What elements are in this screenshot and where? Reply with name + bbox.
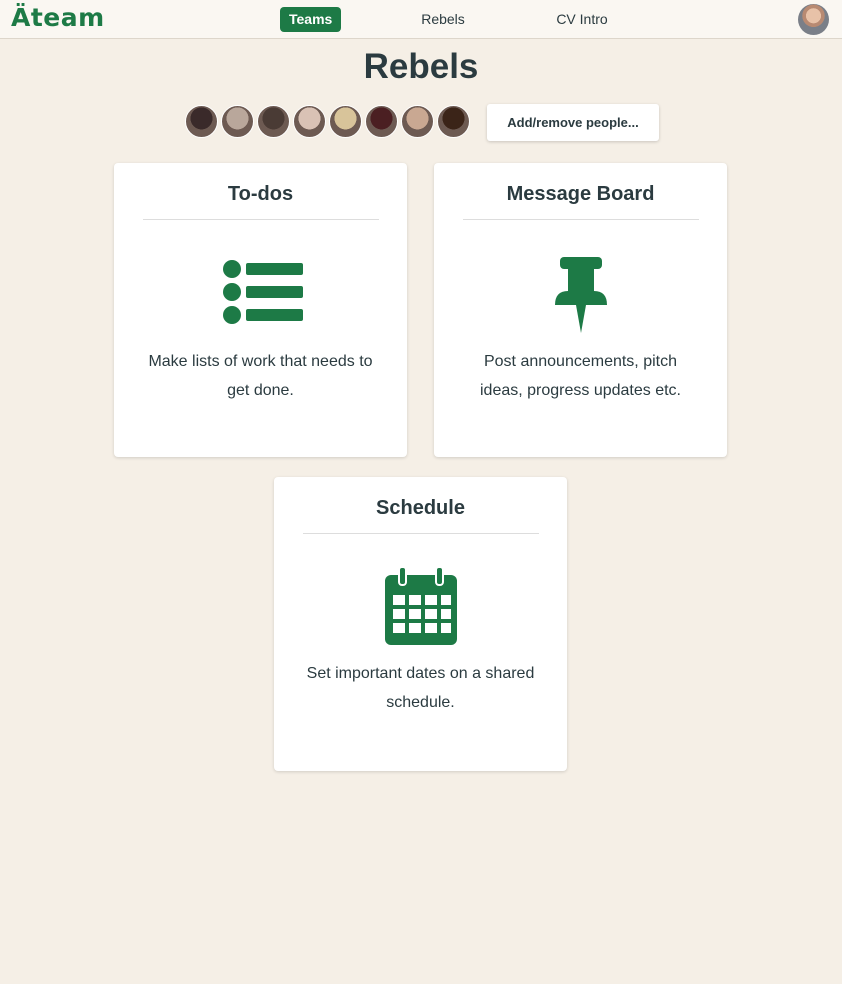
card-description: Set important dates on a shared schedule… bbox=[306, 665, 535, 711]
app-logo[interactable]: Äteam bbox=[11, 3, 105, 32]
card-title: Schedule bbox=[376, 497, 465, 519]
card-divider bbox=[463, 219, 699, 220]
member-avatar[interactable] bbox=[185, 105, 218, 138]
member-avatar[interactable] bbox=[329, 105, 362, 138]
card-divider bbox=[143, 219, 379, 220]
card-title: To-dos bbox=[227, 183, 294, 205]
todos-card[interactable]: To-dos Make lists of work that needs to … bbox=[114, 163, 407, 457]
user-avatar[interactable] bbox=[798, 4, 829, 35]
page-title: Rebels bbox=[363, 47, 479, 86]
member-avatar[interactable] bbox=[365, 105, 398, 138]
card-description: Make lists of work that needs to get don… bbox=[148, 353, 373, 399]
nav-item-teams[interactable]: Teams bbox=[280, 7, 342, 32]
calendar-icon bbox=[274, 565, 567, 645]
pushpin-icon bbox=[434, 255, 727, 335]
card-title: Message Board bbox=[506, 183, 655, 205]
top-navigation-bar: Äteam Teams Rebels CV Intro bbox=[0, 0, 842, 39]
member-avatar[interactable] bbox=[437, 105, 470, 138]
schedule-card[interactable]: Schedule Set important dates on a shared… bbox=[274, 477, 567, 771]
member-avatar[interactable] bbox=[257, 105, 290, 138]
member-avatar[interactable] bbox=[293, 105, 326, 138]
add-remove-people-button[interactable]: Add/remove people... bbox=[487, 104, 659, 141]
nav-item-cv-intro[interactable]: CV Intro bbox=[545, 7, 619, 32]
message-board-card[interactable]: Message Board Post announcements, pitch … bbox=[434, 163, 727, 457]
card-divider bbox=[303, 533, 539, 534]
list-icon bbox=[114, 255, 407, 335]
member-avatar[interactable] bbox=[401, 105, 434, 138]
card-description: Post announcements, pitch ideas, progres… bbox=[479, 353, 681, 399]
member-avatar[interactable] bbox=[221, 105, 254, 138]
nav-item-rebels[interactable]: Rebels bbox=[410, 7, 476, 32]
